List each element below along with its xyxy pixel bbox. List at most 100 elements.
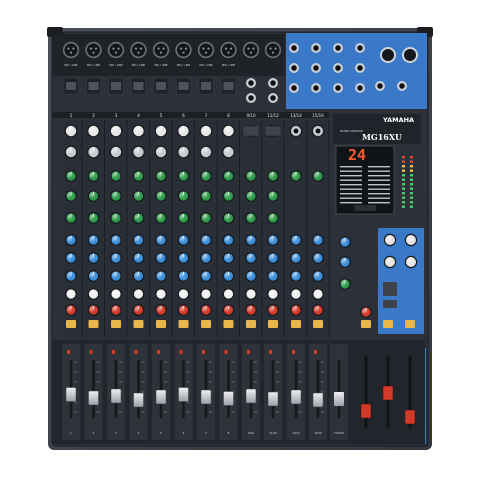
line-jack[interactable] [246,78,256,88]
channel-knob-5-9[interactable] [155,288,167,300]
channel-knob-10-6[interactable] [267,234,279,246]
channel-knob-6-1[interactable] [177,124,190,138]
stereo-switch[interactable] [264,125,282,137]
channel-knob-10-5[interactable] [267,212,279,224]
master-button-3[interactable] [405,320,415,328]
channel-on-button-7[interactable] [201,320,211,328]
line-input-switch[interactable] [156,82,166,90]
channel-knob-4-10[interactable] [132,304,145,316]
channel-knob-1-2[interactable] [64,145,78,159]
master-switch[interactable] [383,300,397,308]
output-jack[interactable] [289,43,299,53]
channel-knob-2-6[interactable] [87,234,100,246]
fx-knob-3[interactable] [339,278,351,290]
channel-knob-12-8[interactable] [312,270,324,282]
channel-knob-3-7[interactable] [110,252,122,264]
channel-knob-11-6[interactable] [290,234,302,246]
line-input-switch[interactable] [133,82,144,90]
mic-input-4[interactable]: MIC / LINE [130,41,147,67]
fader-cap-9[interactable] [245,388,257,404]
fader-cap-4[interactable] [133,392,144,408]
channel-knob-3-9[interactable] [110,288,122,300]
master-switch[interactable] [383,282,397,296]
channel-knob-9-6[interactable] [245,234,257,246]
channel-on-button-3[interactable] [111,320,121,328]
fader-cap-11[interactable] [290,389,302,405]
master-fader-cap-2[interactable] [382,385,394,401]
channel-knob-5-7[interactable] [155,252,167,264]
master-knob-mid-2[interactable] [404,255,418,269]
fader-cap-6[interactable] [178,387,189,402]
channel-knob-11-7[interactable] [290,252,302,264]
fader-cap-12[interactable] [312,392,324,408]
channel-knob-5-5[interactable] [155,212,167,224]
output-jack[interactable] [355,83,365,93]
channel-knob-2-8[interactable] [87,270,100,282]
channel-knob-12-3[interactable] [312,170,324,182]
channel-on-button-6[interactable] [178,320,189,328]
channel-knob-1-10[interactable] [65,304,77,316]
channel-knob-11-10[interactable] [290,304,302,316]
channel-knob-6-9[interactable] [177,288,190,300]
channel-knob-8-9[interactable] [222,288,235,300]
channel-knob-10-3[interactable] [267,170,279,182]
channel-knob-5-4[interactable] [155,190,167,202]
master-knob-top-2[interactable] [404,233,418,247]
phones-jack[interactable] [375,81,385,91]
channel-knob-5-3[interactable] [155,170,167,182]
channel-knob-2-5[interactable] [87,212,100,224]
xlr-output[interactable] [402,47,418,63]
fx-knob-2[interactable] [339,256,351,268]
master-knob-mid-1[interactable] [383,255,397,269]
channel-knob-2-2[interactable] [87,145,100,159]
channel-knob-5-10[interactable] [155,304,167,316]
channel-knob-1-9[interactable] [65,288,77,300]
master-button-2[interactable] [383,320,393,328]
channel-knob-1-1[interactable] [64,124,78,138]
channel-knob-5-6[interactable] [155,234,167,246]
channel-knob-9-5[interactable] [245,212,257,224]
output-jack[interactable] [311,63,321,73]
master-fader-cap-3[interactable] [404,409,416,425]
channel-knob-4-6[interactable] [132,234,145,246]
channel-on-button-8[interactable] [223,320,234,328]
channel-knob-4-4[interactable] [132,190,145,202]
fx-knob-1[interactable] [339,236,351,248]
channel-knob-2-1[interactable] [87,124,100,138]
channel-knob-6-3[interactable] [177,170,190,182]
channel-knob-3-2[interactable] [109,145,123,159]
channel-knob-6-7[interactable] [177,252,190,264]
mic-input-6[interactable]: MIC / LINE [175,41,192,67]
mic-input-2[interactable]: MIC / LINE [85,41,102,67]
channel-knob-7-4[interactable] [200,190,212,202]
line-input-switch[interactable] [178,82,189,90]
channel-knob-6-8[interactable] [177,270,190,282]
channel-knob-2-3[interactable] [87,170,100,182]
fader-cap-7[interactable] [200,389,212,405]
channel-knob-4-5[interactable] [132,212,145,224]
channel-knob-1-5[interactable] [65,212,77,224]
channel-knob-5-1[interactable] [154,124,168,138]
channel-on-button-10[interactable] [268,320,278,328]
channel-knob-2-7[interactable] [87,252,100,264]
channel-knob-4-8[interactable] [132,270,145,282]
mic-input-3[interactable]: MIC / LINE [107,41,125,67]
channel-knob-7-6[interactable] [200,234,212,246]
channel-knob-12-9[interactable] [312,288,324,300]
channel-knob-5-2[interactable] [154,145,168,159]
channel-knob-5-8[interactable] [155,270,167,282]
channel-knob-10-10[interactable] [267,304,279,316]
channel-knob-11-9[interactable] [290,288,302,300]
mic-input-5[interactable]: MIC / LINE [152,41,170,67]
channel-on-button-4[interactable] [133,320,144,328]
channel-knob-12-10[interactable] [312,304,324,316]
rca-jack[interactable] [291,126,301,136]
channel-knob-1-4[interactable] [65,190,77,202]
output-jack[interactable] [311,43,321,53]
channel-knob-7-2[interactable] [199,145,213,159]
channel-knob-9-3[interactable] [245,170,257,182]
channel-knob-2-4[interactable] [87,190,100,202]
mic-input-9[interactable] [242,41,260,59]
channel-knob-3-3[interactable] [110,170,122,182]
channel-knob-8-6[interactable] [222,234,235,246]
